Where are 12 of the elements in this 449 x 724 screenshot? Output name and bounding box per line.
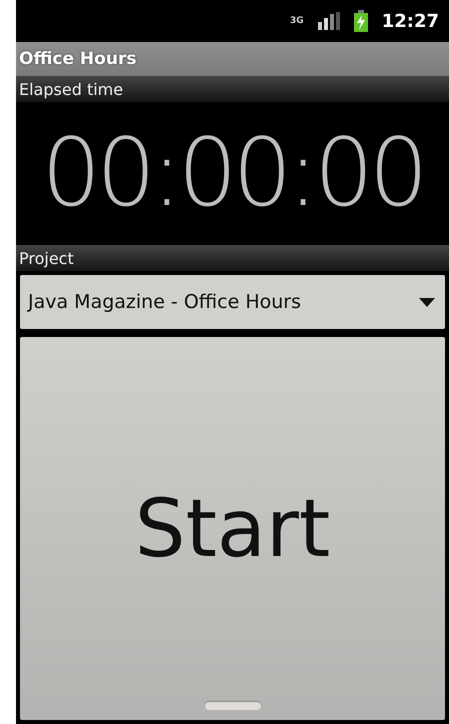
start-button[interactable]: Start: [20, 337, 445, 720]
dropdown-caret-icon: [419, 298, 435, 306]
handle-icon: [204, 702, 260, 710]
battery-charging-icon: [354, 10, 368, 32]
network-type-label: 3G: [290, 16, 304, 26]
app-title: Office Hours: [19, 49, 136, 69]
signal-icon: [318, 12, 340, 30]
project-dropdown[interactable]: Java Magazine - Office Hours: [20, 275, 445, 329]
clock-text: 12:27: [382, 10, 439, 32]
section-title: Elapsed time: [19, 80, 124, 98]
section-title: Project: [19, 248, 74, 268]
elapsed-time-text: 00:00:00: [41, 119, 424, 228]
